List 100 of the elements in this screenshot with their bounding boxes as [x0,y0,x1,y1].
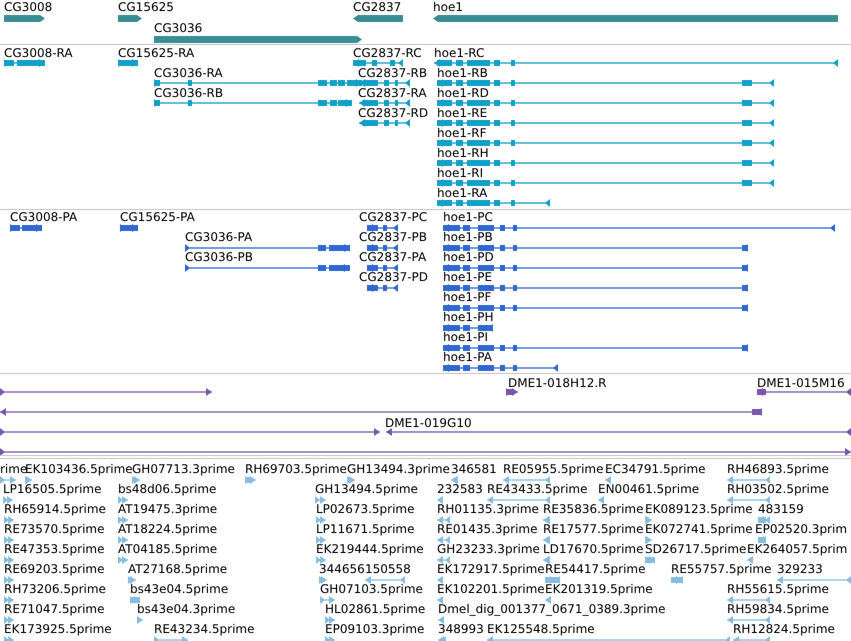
protein-label: hoe1-PF [443,290,492,304]
est-label: EN00461.5prime [598,482,700,496]
est-label: GH23233.3prime [437,542,540,556]
protein-label: CG2837-PC [359,210,428,224]
est-label: AT04185.5prime [118,542,218,556]
transcript-label: hoe1-RE [437,106,488,120]
transcript-label: CG2837-RC [353,46,422,60]
est-label: EK072741.5prime [645,522,753,536]
est-label: Dmel_dig_001377_0671_0389.3prime [438,602,666,616]
est-label: RH03502.5prime [727,482,829,496]
clone-label: DME1-018H12.R [508,376,606,390]
est-label: EK102201.5prime [437,582,545,596]
est-label: RE05955.5prime [503,462,604,476]
est-label: EP09103.3prime [325,622,424,636]
est-label: EK201319.5prime [545,582,653,596]
est-label: LP02673.5prime [316,502,415,516]
protein-label: hoe1-PC [443,210,493,224]
protein-label: CG3036-PB [185,250,254,264]
gene-label: CG15625 [118,0,174,14]
est-label: RE47353.5prime [4,542,104,556]
est-label: EK219444.5prime [316,542,424,556]
est-label: EK172917.5prime [437,562,545,576]
est-label: AT27168.5prime [128,562,228,576]
est-label: EP02520.3prim [755,522,848,536]
protein-label: CG15625-PA [120,210,195,224]
est-label: RH65914.5prime [4,502,106,516]
est-label: EC34791.5prime [605,462,706,476]
est-label: LP16505.5prime [3,482,102,496]
gene-label: CG3008 [4,0,52,14]
transcript-label: hoe1-RF [437,126,487,140]
est-label: HL02861.5prime [325,602,426,616]
transcript-label: CG15625-RA [118,46,194,60]
est-label: AT18224.5prime [118,522,218,536]
est-label: bs43e04.3prime [137,602,236,616]
est-label: RE54417.5prime [545,562,646,576]
est-label: EK125548.5prime [487,622,595,636]
est-label: RE73570.5prime [4,522,104,536]
gene-label: CG3036 [154,21,202,35]
est-label: bs43e04.5prime [130,582,228,596]
transcript-label: hoe1-RC [434,46,484,60]
transcript-label: CG3036-RB [154,86,224,100]
transcript-label: CG3036-RA [154,66,223,80]
protein-label: hoe1-PI [443,330,488,344]
protein-label: CG3036-PA [185,230,252,244]
est-label: RH12824.5prime [733,622,835,636]
protein-label: hoe1-PE [443,270,492,284]
est-label: 483159 [758,502,804,516]
est-label: GH07713.3prime [132,462,235,476]
protein-label: hoe1-PD [443,250,494,264]
est-label: 346581 [451,462,497,476]
est-label: LP11671.5prime [316,522,415,536]
est-label: EK103436.5prime [25,462,133,476]
est-label: RE01435.3prime [437,522,538,536]
transcript-label: hoe1-RB [437,66,488,80]
est-label: RH46893.5prime [727,462,829,476]
est-label: GH07103.5prime [320,582,423,596]
protein-label: CG2837-PB [359,230,428,244]
protein-label: CG2837-PA [359,250,426,264]
est-label: EK264057.5prim [747,542,848,556]
protein-label: CG3008-PA [10,210,78,224]
est-label: 329233 [777,562,823,576]
est-label: RH69703.5prime [245,462,347,476]
est-label: RH59834.5prime [727,602,829,616]
est-label: EK089123.5prime [645,502,753,516]
est-label: 150558 [365,562,411,576]
est-label: bs48d06.5prime [118,482,216,496]
est-label: 348993 [438,622,484,636]
transcript-label: hoe1-RI [437,166,484,180]
est-label: RE55757.5prime [671,562,772,576]
est-label: RE35836.5prime [543,502,644,516]
transcript-label: CG2837-RB [358,66,428,80]
protein-label: hoe1-PB [443,230,493,244]
est-label: SD26717.5prime [645,542,746,556]
clone-label: DME1-015M16 [757,376,845,390]
transcript-label: hoe1-RH [437,146,489,160]
est-label: RE71047.5prime [4,602,104,616]
transcript-label: hoe1-RD [437,86,489,100]
est-label: 232583 [437,482,483,496]
est-label: 344656 [319,562,365,576]
est-label: AT19475.3prime [118,502,218,516]
est-label: GH13494.5prime [315,482,418,496]
est-label: RE43234.5prime [154,622,254,636]
est-label: RE17577.5prime [543,522,644,536]
transcript-label: CG3008-RA [4,46,73,60]
est-label: RH73206.5prime [4,582,106,596]
gene-label: CG2837 [353,0,402,14]
protein-label: CG2837-PD [359,270,428,284]
est-label: GH13494.3prime [347,462,450,476]
est-label: RH55615.5prime [727,582,829,596]
clone-label: DME1-019G10 [385,416,472,430]
est-label: LD17670.5prime [543,542,644,556]
est-label: rime [0,462,28,476]
transcript-label: hoe1-RA [437,186,488,200]
est-label: RE43433.5prime [487,482,588,496]
protein-label: hoe1-PA [443,350,492,364]
est-label: RE69203.5prime [4,562,104,576]
est-label: EK173925.5prime [4,622,112,636]
protein-label: hoe1-PH [443,310,494,324]
est-label: RH01135.3prime [437,502,539,516]
transcript-label: CG2837-RA [358,86,427,100]
